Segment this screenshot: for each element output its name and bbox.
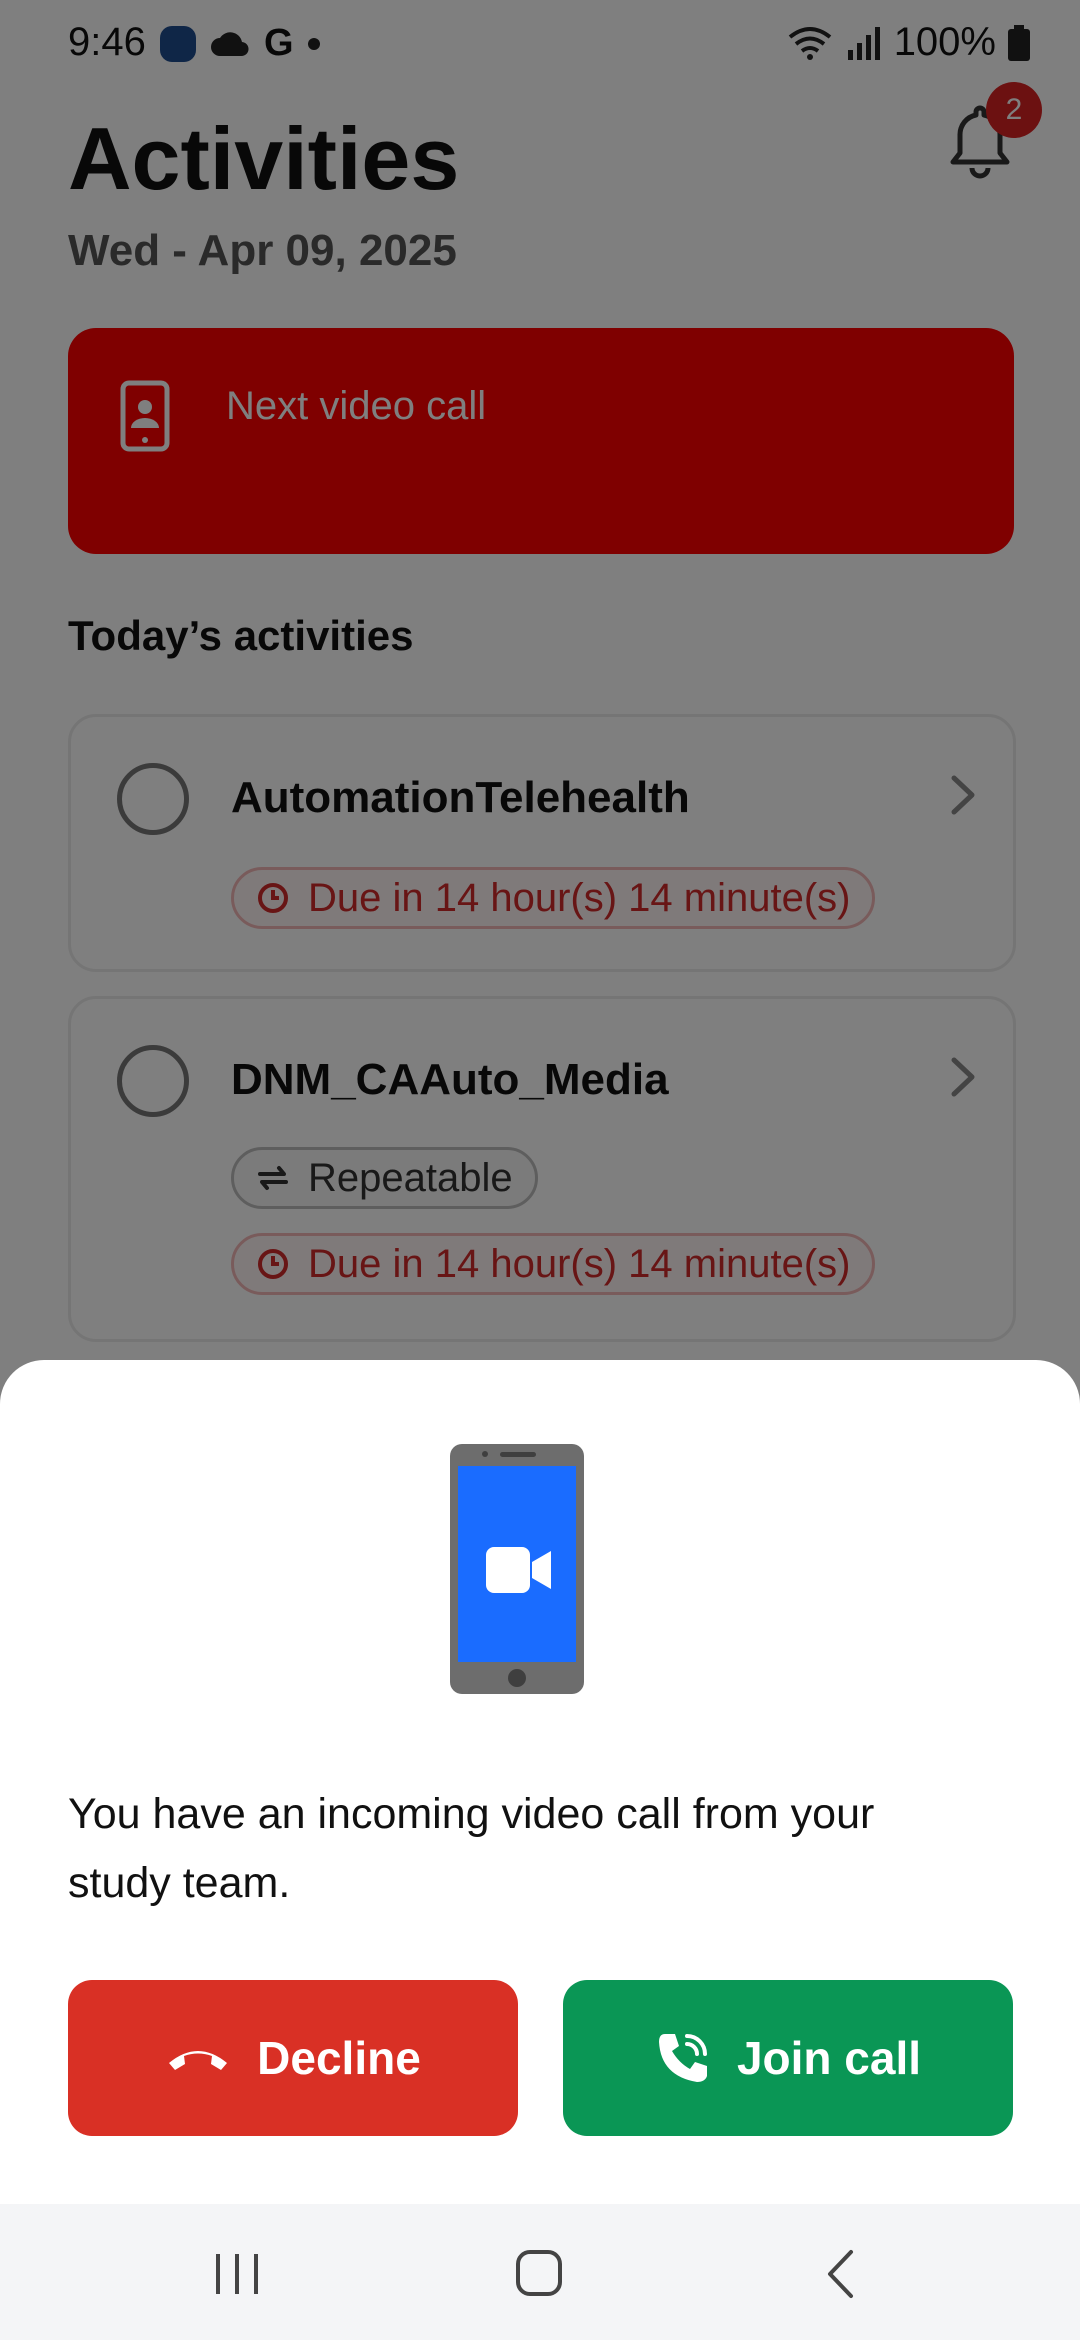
join-call-label: Join call [736, 2032, 922, 2084]
home-icon[interactable] [514, 2248, 564, 2298]
join-call-button[interactable]: Join call [563, 1980, 1013, 2136]
phone-video-icon [450, 1444, 584, 1694]
incoming-call-sheet: You have an incoming video call from you… [0, 1360, 1080, 2204]
decline-label: Decline [257, 2032, 421, 2084]
decline-button[interactable]: Decline [68, 1980, 518, 2136]
back-icon[interactable] [824, 2248, 856, 2300]
incoming-call-message: You have an incoming video call from you… [68, 1790, 875, 1907]
recents-icon[interactable] [214, 2252, 260, 2296]
hang-up-icon [169, 2051, 228, 2070]
phone-call-icon [658, 2034, 707, 2082]
system-nav-bar [0, 2204, 1080, 2340]
